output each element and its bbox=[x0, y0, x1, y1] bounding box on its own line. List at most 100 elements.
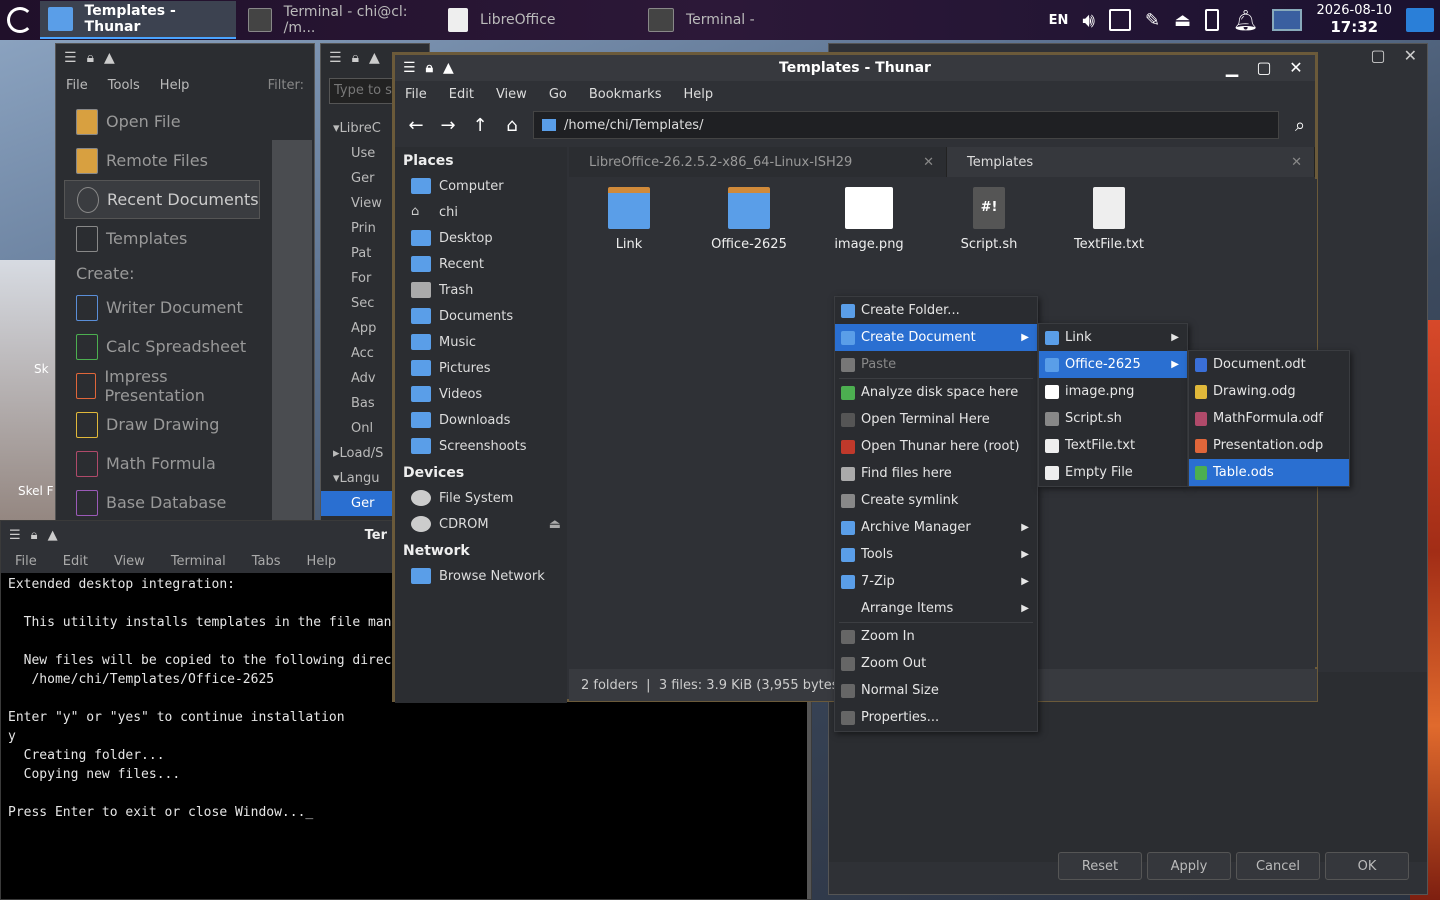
ok-button[interactable]: OK bbox=[1325, 852, 1409, 880]
submenu-item[interactable]: TextFile.txt bbox=[1039, 432, 1187, 459]
close-tab-icon[interactable]: ✕ bbox=[1291, 155, 1302, 170]
open-file-button[interactable]: Open File bbox=[64, 102, 260, 141]
context-menu-item[interactable]: Find files here bbox=[835, 460, 1037, 487]
sidebar-item[interactable]: Browse Network bbox=[395, 563, 567, 589]
context-menu-item[interactable]: Create Document ▶ bbox=[835, 324, 1037, 351]
context-menu-item[interactable]: Arrange Items ▶ bbox=[835, 595, 1037, 622]
location-bar[interactable]: /home/chi/Templates/ bbox=[533, 111, 1279, 139]
submenu-item[interactable]: Presentation.odp bbox=[1189, 432, 1349, 459]
display-icon[interactable] bbox=[1108, 9, 1131, 31]
reset-button[interactable]: Reset bbox=[1058, 852, 1142, 880]
task-libreoffice[interactable]: LibreOffice bbox=[440, 1, 636, 39]
menu-edit[interactable]: Edit bbox=[449, 87, 474, 102]
sidebar-item[interactable]: Trash bbox=[395, 277, 567, 303]
file-item[interactable]: Link bbox=[574, 187, 684, 252]
keyboard-layout[interactable]: EN bbox=[1049, 13, 1069, 28]
up-caret-icon[interactable]: ▲ bbox=[104, 50, 115, 66]
sidebar-item[interactable]: Screenshoots bbox=[395, 433, 567, 459]
submenu-item[interactable]: Link ▶ bbox=[1039, 324, 1187, 351]
file-item[interactable]: TextFile.txt bbox=[1054, 187, 1164, 252]
context-menu-item[interactable]: Paste bbox=[835, 351, 1037, 378]
hamburger-icon[interactable]: ☰ bbox=[9, 528, 21, 543]
title-bar[interactable]: ☰ 🔒︎ ▲ Templates - Thunar ▁ ▢ ✕ bbox=[395, 55, 1315, 81]
app-menu-logo-icon[interactable] bbox=[0, 0, 40, 40]
sidebar-item[interactable]: Documents bbox=[395, 303, 567, 329]
eject-icon[interactable]: ⏏ bbox=[1174, 10, 1191, 31]
apply-button[interactable]: Apply bbox=[1147, 852, 1231, 880]
clock[interactable]: 2026-08-10 17:32 bbox=[1316, 3, 1392, 37]
close-icon[interactable]: ✕ bbox=[1283, 55, 1309, 79]
sidebar-item[interactable]: Pictures bbox=[395, 355, 567, 381]
context-menu-item[interactable]: Normal Size bbox=[835, 677, 1037, 704]
sidebar-item[interactable]: Recent bbox=[395, 251, 567, 277]
menu-tabs[interactable]: Tabs bbox=[252, 554, 281, 569]
submenu-item[interactable]: image.png bbox=[1039, 378, 1187, 405]
battery-icon[interactable] bbox=[1205, 9, 1220, 31]
impress-presentation-button[interactable]: Impress Presentation bbox=[64, 366, 260, 405]
menu-terminal[interactable]: Terminal bbox=[171, 554, 226, 569]
monitor-icon[interactable] bbox=[1272, 9, 1303, 31]
paperclip-icon[interactable]: ✎ bbox=[1145, 10, 1160, 31]
tab-libreoffice-folder[interactable]: LibreOffice-26.2.5.2-x86_64-Linux-ISH29 ✕ bbox=[569, 147, 947, 177]
maximize-icon[interactable]: ▢ bbox=[1251, 55, 1277, 79]
back-arrow-icon[interactable]: ← bbox=[405, 114, 427, 136]
sidebar-item[interactable]: CDROM ⏏ bbox=[395, 511, 567, 537]
context-menu-item[interactable]: Open Thunar here (root) bbox=[835, 433, 1037, 460]
menu-edit[interactable]: Edit bbox=[63, 554, 88, 569]
task-thunar[interactable]: Templates - Thunar bbox=[40, 1, 236, 39]
volume-icon[interactable]: 🔊︎ bbox=[1082, 8, 1095, 32]
context-menu-item[interactable]: Create symlink bbox=[835, 487, 1037, 514]
calc-spreadsheet-button[interactable]: Calc Spreadsheet bbox=[64, 327, 260, 366]
context-menu-item[interactable]: Zoom In bbox=[835, 623, 1037, 650]
context-menu-item[interactable]: 7-Zip ▶ bbox=[835, 568, 1037, 595]
menu-bookmarks[interactable]: Bookmarks bbox=[589, 87, 662, 102]
show-desktop-icon[interactable] bbox=[1406, 8, 1434, 32]
submenu-item[interactable]: Empty File bbox=[1039, 459, 1187, 486]
file-item[interactable]: #! Script.sh bbox=[934, 187, 1044, 252]
remote-files-button[interactable]: Remote Files bbox=[64, 141, 260, 180]
menu-file[interactable]: File bbox=[15, 554, 37, 569]
context-menu-item[interactable]: Archive Manager ▶ bbox=[835, 514, 1037, 541]
sidebar-item[interactable]: Desktop bbox=[395, 225, 567, 251]
file-item[interactable]: Office-2625 bbox=[694, 187, 804, 252]
lock-icon[interactable]: 🔒︎ bbox=[31, 528, 38, 543]
menu-file[interactable]: File bbox=[66, 78, 88, 93]
cancel-button[interactable]: Cancel bbox=[1236, 852, 1320, 880]
menu-help[interactable]: Help bbox=[307, 554, 337, 569]
context-menu-item[interactable]: Properties... bbox=[835, 704, 1037, 731]
context-menu-item[interactable]: Open Terminal Here bbox=[835, 406, 1037, 433]
lock-icon[interactable]: 🔒︎ bbox=[87, 50, 94, 66]
search-icon[interactable]: ⌕ bbox=[1289, 114, 1311, 136]
submenu-item[interactable]: Document.odt bbox=[1189, 351, 1349, 378]
menu-help[interactable]: Help bbox=[160, 78, 190, 93]
menu-view[interactable]: View bbox=[496, 87, 527, 102]
submenu-item[interactable]: MathFormula.odf bbox=[1189, 405, 1349, 432]
sidebar-item[interactable]: File System bbox=[395, 485, 567, 511]
sidebar-item[interactable]: Videos bbox=[395, 381, 567, 407]
context-menu-item[interactable]: Tools ▶ bbox=[835, 541, 1037, 568]
hamburger-icon[interactable]: ☰ bbox=[329, 50, 342, 66]
submenu-item[interactable]: Script.sh bbox=[1039, 405, 1187, 432]
sidebar-item[interactable]: Music bbox=[395, 329, 567, 355]
base-database-button[interactable]: Base Database bbox=[64, 483, 260, 522]
sidebar-item[interactable]: ⌂ chi bbox=[395, 199, 567, 225]
sidebar-item[interactable]: Computer bbox=[395, 173, 567, 199]
up-arrow-icon[interactable]: ↑ bbox=[469, 114, 491, 136]
close-icon[interactable]: ✕ bbox=[1404, 46, 1417, 65]
hamburger-icon[interactable]: ☰ bbox=[64, 50, 77, 66]
eject-icon[interactable]: ⏏ bbox=[549, 517, 561, 532]
menu-file[interactable]: File bbox=[405, 87, 427, 102]
forward-arrow-icon[interactable]: → bbox=[437, 114, 459, 136]
writer-document-button[interactable]: Writer Document bbox=[64, 288, 260, 327]
submenu-item[interactable]: Table.ods bbox=[1189, 459, 1349, 486]
file-item[interactable]: image.png bbox=[814, 187, 924, 252]
menu-go[interactable]: Go bbox=[549, 87, 567, 102]
minimize-icon[interactable]: ▁ bbox=[1219, 55, 1245, 79]
home-icon[interactable]: ⌂ bbox=[501, 114, 523, 136]
notification-bell-icon[interactable]: 🔔︎ bbox=[1233, 8, 1258, 32]
recent-documents-button[interactable]: Recent Documents bbox=[64, 180, 260, 219]
context-menu-item[interactable]: Analyze disk space here bbox=[835, 379, 1037, 406]
menu-help[interactable]: Help bbox=[683, 87, 713, 102]
math-formula-button[interactable]: Math Formula bbox=[64, 444, 260, 483]
sidebar-item[interactable]: Downloads bbox=[395, 407, 567, 433]
